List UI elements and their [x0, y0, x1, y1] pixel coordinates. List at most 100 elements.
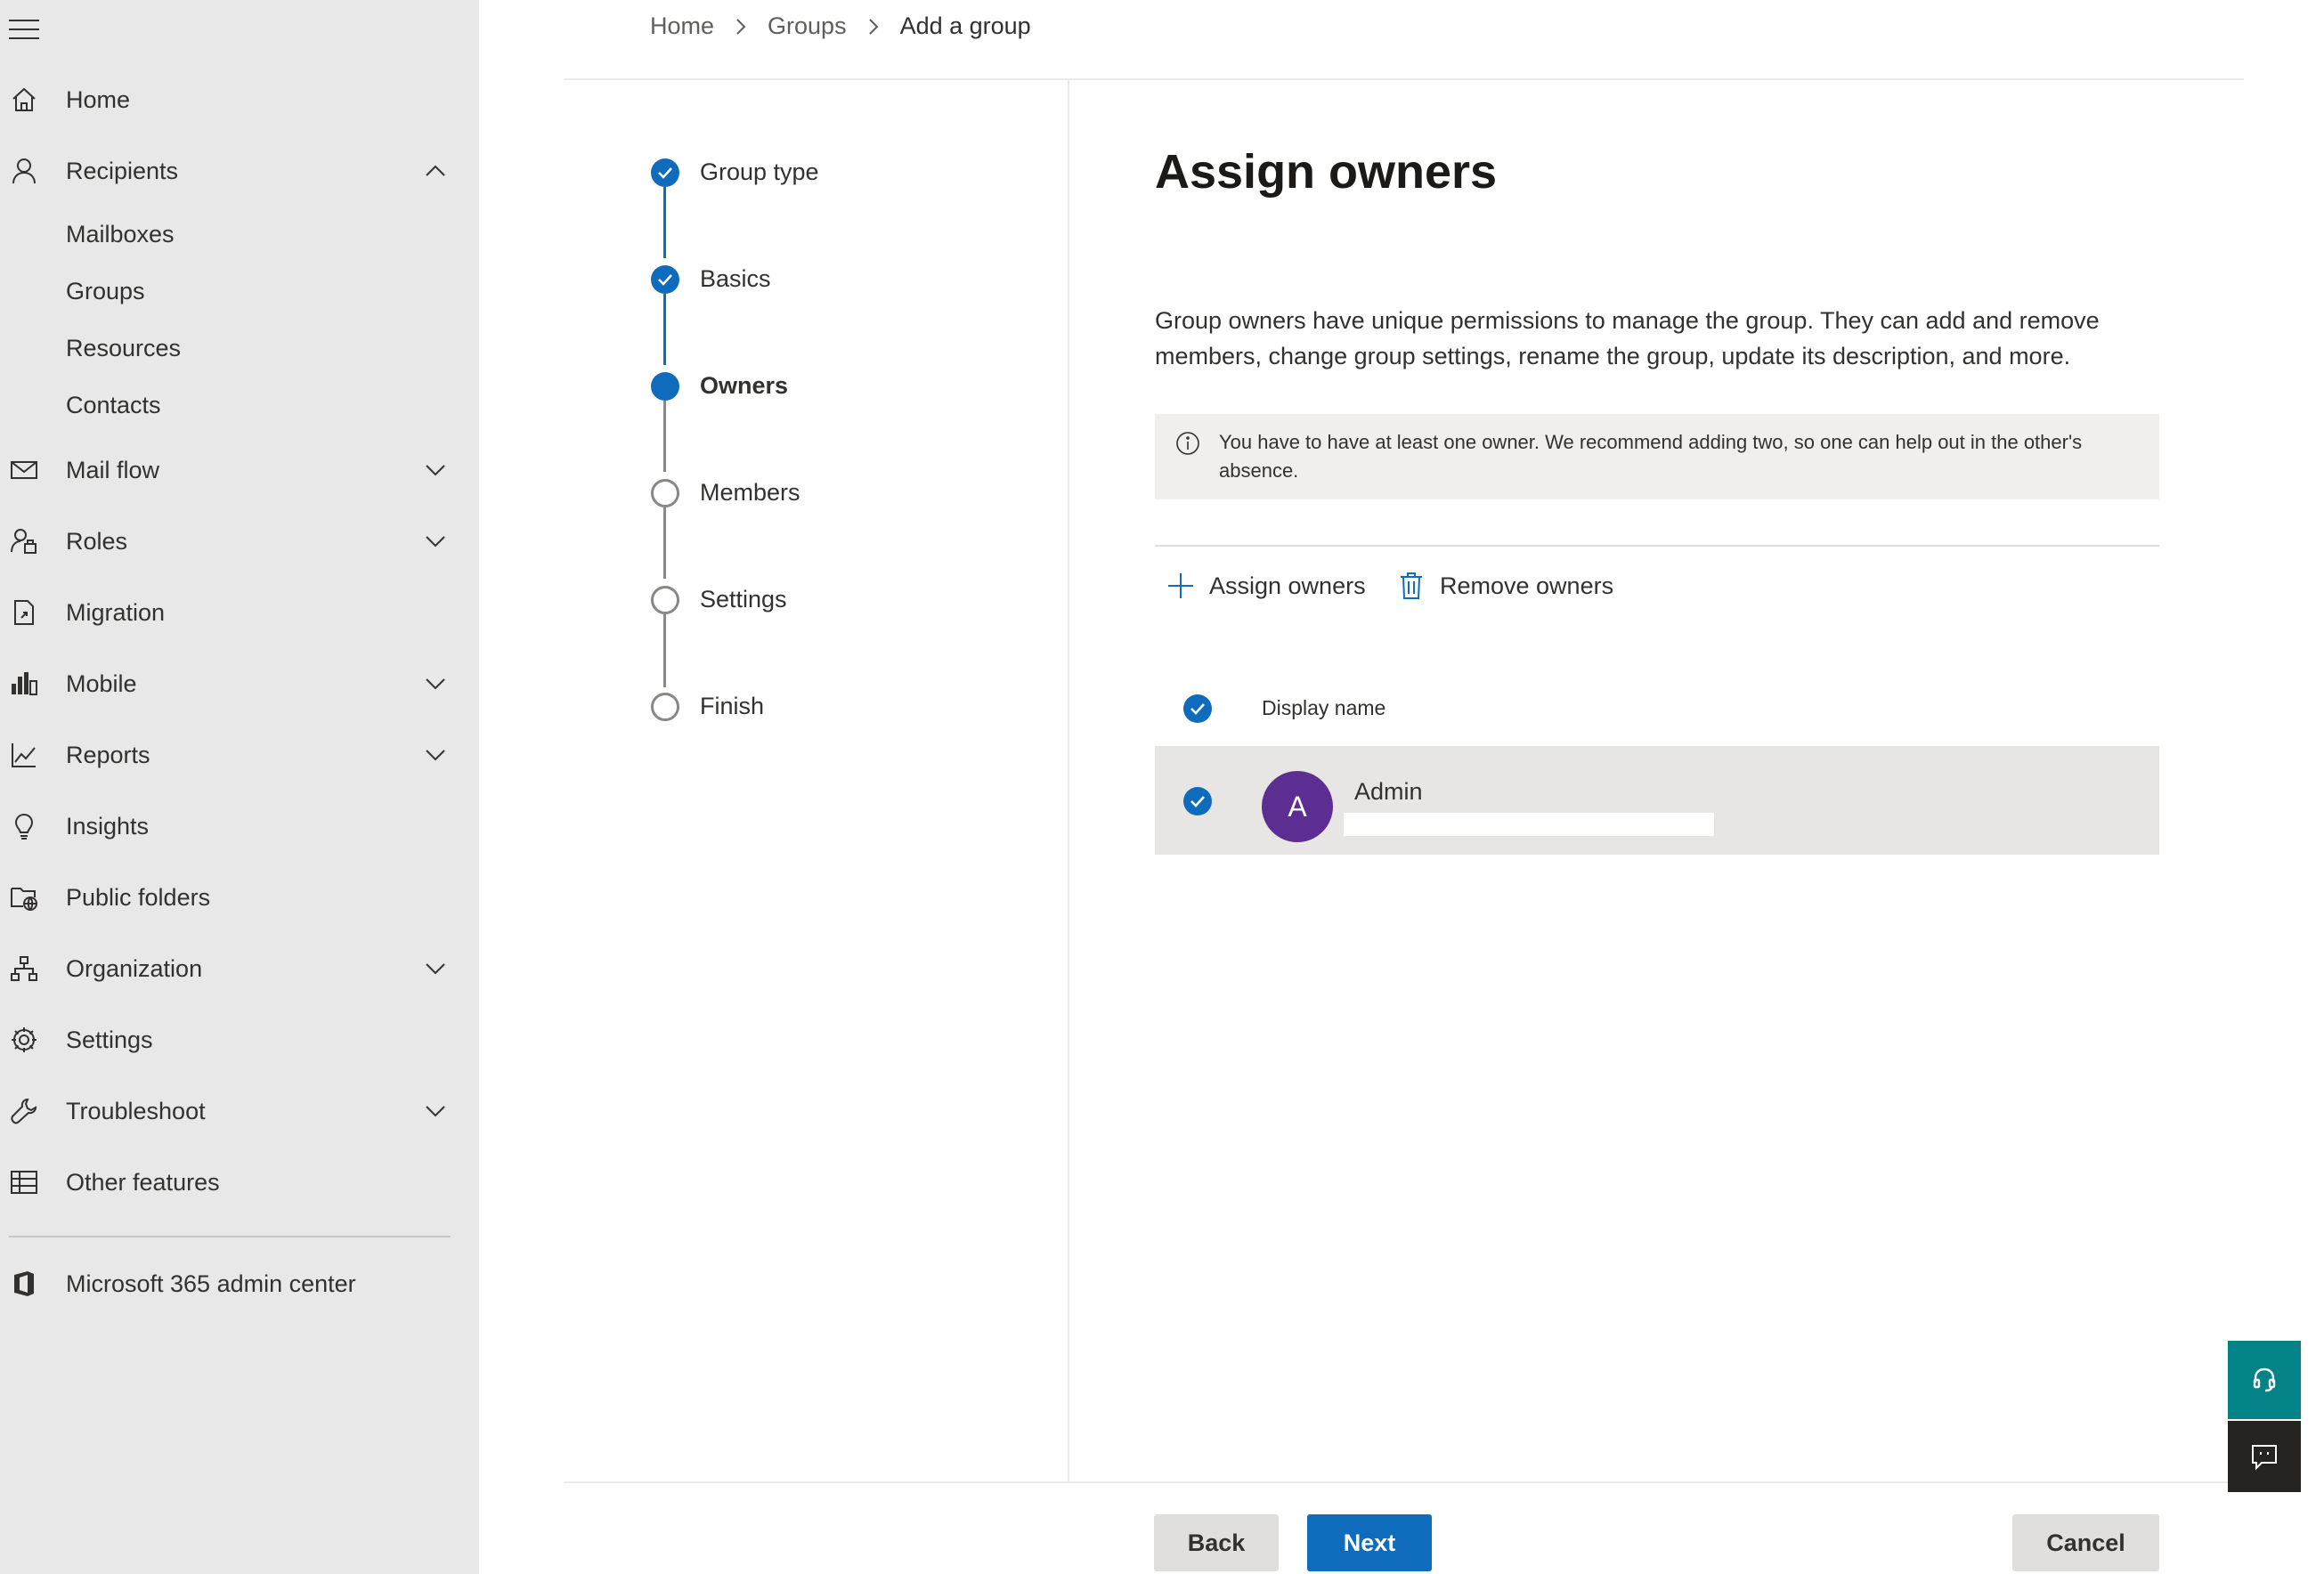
feedback-icon — [2252, 1445, 2277, 1471]
nav-label: Recipients — [66, 157, 179, 184]
nav-reports[interactable]: Reports — [0, 728, 479, 782]
nav-label: Microsoft 365 admin center — [66, 1270, 356, 1297]
nav-troubleshoot[interactable]: Troubleshoot — [0, 1084, 479, 1138]
hamburger-menu-icon[interactable] — [9, 20, 39, 41]
trash-icon — [1395, 570, 1427, 602]
lightbulb-icon — [9, 811, 39, 841]
page-title: Assign owners — [1155, 145, 1498, 199]
chevron-down-icon[interactable] — [422, 457, 449, 483]
avatar: A — [1262, 771, 1333, 842]
nav-sub-mailboxes[interactable]: Mailboxes — [66, 221, 175, 248]
grid-icon — [9, 1167, 39, 1197]
owner-display-name: Admin — [1354, 778, 1423, 805]
reports-icon — [9, 740, 39, 770]
office-logo-icon — [9, 1269, 39, 1299]
row-checkbox[interactable] — [1183, 787, 1212, 815]
step-members: Members — [700, 479, 800, 506]
step-connector — [663, 507, 666, 579]
nav-public-folders[interactable]: Public folders — [0, 871, 479, 924]
nav-label: Reports — [66, 741, 150, 768]
next-button[interactable]: Next — [1307, 1514, 1432, 1571]
plus-icon — [1165, 570, 1197, 602]
remove-owners-label: Remove owners — [1440, 572, 1614, 599]
pending-step-circle-icon — [651, 479, 679, 507]
nav-home[interactable]: Home — [0, 73, 479, 126]
organization-icon — [9, 953, 39, 984]
nav-label: Mobile — [66, 669, 137, 697]
nav-sub-contacts[interactable]: Contacts — [66, 392, 161, 419]
left-nav: Home Recipients Mailboxes Groups Resourc… — [0, 0, 479, 1574]
select-all-checkbox[interactable] — [1183, 694, 1212, 723]
chevron-right-icon — [723, 13, 759, 40]
breadcrumb: Home Groups Add a group — [650, 12, 1031, 40]
pending-step-circle-icon — [651, 586, 679, 614]
remove-owners-button[interactable]: Remove owners — [1395, 566, 1613, 605]
assign-owners-button[interactable]: Assign owners — [1165, 566, 1366, 605]
nav-recipients[interactable]: Recipients — [0, 144, 479, 198]
step-owners: Owners — [700, 372, 789, 399]
nav-label: Troubleshoot — [66, 1097, 206, 1124]
step-finish: Finish — [700, 693, 765, 719]
checkmark-icon — [1190, 703, 1205, 715]
footer-divider — [565, 1481, 2244, 1483]
nav-label: Other features — [66, 1168, 220, 1196]
command-bar-divider — [1155, 545, 2159, 547]
chevron-down-icon[interactable] — [422, 1098, 449, 1124]
info-message-bar: You have to have at least one owner. We … — [1155, 414, 2159, 499]
feedback-button[interactable] — [2228, 1421, 2301, 1492]
chevron-down-icon[interactable] — [422, 742, 449, 768]
chevron-down-icon[interactable] — [422, 670, 449, 697]
back-button[interactable]: Back — [1154, 1514, 1279, 1571]
nav-label: Organization — [66, 954, 203, 982]
breadcrumb-home[interactable]: Home — [650, 12, 714, 40]
mobile-icon — [9, 669, 39, 699]
nav-label: Migration — [66, 598, 166, 626]
chevron-down-icon[interactable] — [422, 528, 449, 555]
nav-roles[interactable]: Roles — [0, 515, 479, 568]
migration-icon — [9, 597, 39, 628]
current-step-dot-icon — [651, 372, 679, 401]
cancel-button[interactable]: Cancel — [2012, 1514, 2159, 1571]
step-group-type: Group type — [700, 158, 819, 185]
nav-insights[interactable]: Insights — [0, 799, 479, 853]
info-text: You have to have at least one owner. We … — [1219, 431, 2083, 482]
redacted-email — [1344, 813, 1714, 836]
step-connector — [663, 294, 666, 365]
step-basics: Basics — [700, 265, 771, 292]
header-divider — [565, 78, 2244, 80]
assign-owners-label: Assign owners — [1209, 572, 1366, 599]
home-icon — [9, 85, 39, 115]
headset-icon — [2253, 1367, 2276, 1392]
nav-mobile[interactable]: Mobile — [0, 657, 479, 710]
gear-icon — [9, 1025, 39, 1055]
nav-label: Insights — [66, 812, 150, 840]
step-connector — [663, 401, 666, 472]
column-header-display-name[interactable]: Display name — [1262, 696, 1385, 720]
checkmark-icon — [651, 158, 679, 187]
nav-other-features[interactable]: Other features — [0, 1156, 479, 1209]
wrench-icon — [9, 1096, 39, 1126]
nav-label: Settings — [66, 1026, 153, 1053]
chevron-down-icon[interactable] — [422, 955, 449, 982]
info-icon — [1176, 432, 1199, 455]
step-settings: Settings — [700, 586, 787, 613]
breadcrumb-groups[interactable]: Groups — [768, 12, 847, 40]
nav-sub-groups[interactable]: Groups — [66, 278, 145, 305]
breadcrumb-current: Add a group — [899, 12, 1031, 39]
sidebar-divider — [9, 1236, 451, 1237]
nav-mail-flow[interactable]: Mail flow — [0, 443, 479, 497]
nav-organization[interactable]: Organization — [0, 942, 479, 995]
step-connector — [663, 614, 666, 687]
nav-sub-resources[interactable]: Resources — [66, 335, 181, 362]
chevron-right-icon — [856, 13, 891, 40]
step-connector — [663, 187, 666, 258]
nav-microsoft-365-admin-center[interactable]: Microsoft 365 admin center — [0, 1257, 479, 1310]
help-support-button[interactable] — [2228, 1341, 2301, 1419]
nav-settings[interactable]: Settings — [0, 1013, 479, 1067]
nav-label: Home — [66, 85, 131, 113]
public-folders-icon — [9, 882, 39, 913]
nav-migration[interactable]: Migration — [0, 586, 479, 639]
chevron-up-icon[interactable] — [422, 158, 449, 184]
nav-label: Public folders — [66, 883, 211, 911]
checkmark-icon — [651, 265, 679, 294]
